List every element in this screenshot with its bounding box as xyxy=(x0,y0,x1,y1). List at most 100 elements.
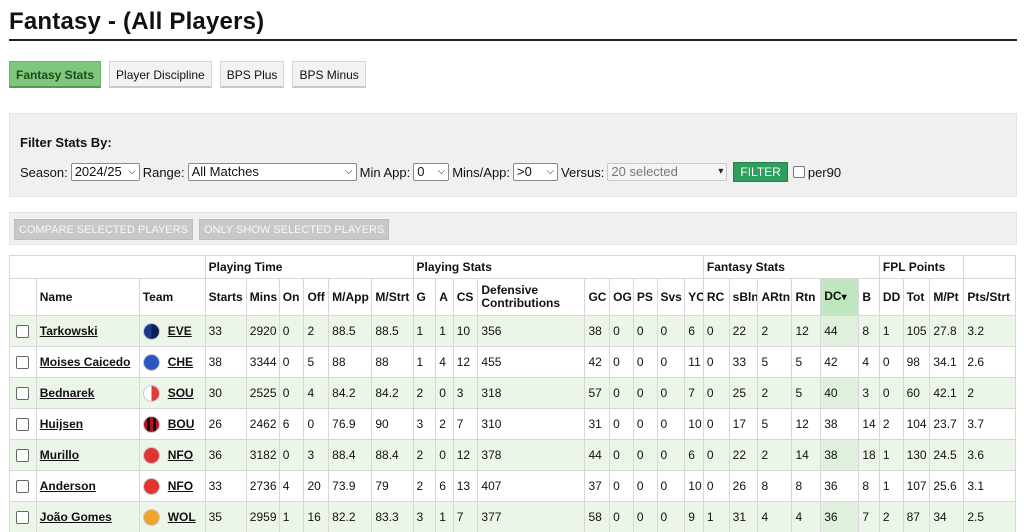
col-header-select xyxy=(9,278,37,316)
team-link[interactable]: BOU xyxy=(168,417,195,431)
col-header-m-pt[interactable]: M/Pt xyxy=(929,278,965,316)
team-link[interactable]: WOL xyxy=(168,510,196,524)
stat-cell-rc: 0 xyxy=(702,346,730,378)
stat-cell-starts: 36 xyxy=(204,439,247,471)
filter-button[interactable]: FILTER xyxy=(733,162,788,182)
col-header-m-strt[interactable]: M/Strt xyxy=(371,278,414,316)
row-select-checkbox[interactable] xyxy=(16,387,30,401)
stat-cell-rtn: 5 xyxy=(791,377,822,409)
tab-fantasy-stats[interactable]: Fantasy Stats xyxy=(9,61,102,88)
table-row[interactable]: Bednarek SOU 30 2525 0 4 84.2 84.2 2 0 3 318 57 0 0 0 7 0… xyxy=(9,377,1016,409)
row-select-checkbox[interactable] xyxy=(16,480,30,494)
col-header-label: CS xyxy=(456,289,474,304)
col-header-og[interactable]: OG xyxy=(609,278,634,316)
row-select-checkbox[interactable] xyxy=(16,325,30,339)
col-header-b[interactable]: B xyxy=(858,278,880,316)
table-row[interactable]: João Gomes WOL 35 2959 1 16 82.2 83.3 3 1 7 377 58 0 0… xyxy=(9,501,1016,532)
stat-cell-off: 20 xyxy=(303,470,330,502)
player-name-link[interactable]: Huijsen xyxy=(40,417,83,431)
row-select-checkbox[interactable] xyxy=(16,449,30,463)
col-header-mins[interactable]: Mins xyxy=(245,278,280,316)
stat-cell-off: 5 xyxy=(303,346,330,378)
col-header-sbln[interactable]: sBln xyxy=(728,278,759,316)
stat-cell-gc: 38 xyxy=(584,315,611,347)
col-header-dd[interactable]: DD xyxy=(878,278,904,316)
stat-cell-gc: 31 xyxy=(584,408,611,440)
table-row[interactable]: Moises Caicedo CHE 38 3344 0 5 88 88 1 4 12 455 42 0 0… xyxy=(9,346,1016,378)
mins-app-select[interactable]: >0 ⌵ xyxy=(513,163,559,181)
row-select-checkbox[interactable] xyxy=(16,418,30,432)
col-header-label: DC xyxy=(824,289,842,303)
table-row[interactable]: Huijsen BOU 26 2462 6 0 76.9 90 3 2 7 310 31 0 0 0 10 0 17… xyxy=(9,408,1016,440)
team-link[interactable]: CHE xyxy=(168,355,193,369)
min-app-select[interactable]: 0 ⌵ xyxy=(413,163,450,181)
per90-checkbox[interactable] xyxy=(792,166,805,178)
row-select-checkbox[interactable] xyxy=(16,511,30,525)
stat-cell-a: 4 xyxy=(435,346,454,378)
stat-cell-rtn: 4 xyxy=(791,501,822,532)
col-header-label: G xyxy=(416,289,426,304)
col-header-rc[interactable]: RC xyxy=(702,278,730,316)
col-header-dc[interactable]: DC▾ xyxy=(820,278,860,316)
stat-cell-svs: 0 xyxy=(656,501,686,532)
col-header-svs[interactable]: Svs xyxy=(656,278,686,316)
col-header-team[interactable]: Team xyxy=(138,278,206,316)
range-label: Range: xyxy=(142,164,185,180)
player-name-link[interactable]: João Gomes xyxy=(40,510,112,524)
player-name-link[interactable]: Murillo xyxy=(40,448,79,462)
range-select[interactable]: All Matches ⌵ xyxy=(187,163,357,181)
season-select[interactable]: 2024/25 ⌵ xyxy=(70,163,140,181)
table-row[interactable]: Tarkowski EVE 33 2920 0 2 88.5 88.5 1 1 10 356 38 0 0 0… xyxy=(9,315,1016,347)
stat-cell-b: 18 xyxy=(858,439,880,471)
stat-cell-artn: 4 xyxy=(757,501,793,532)
stat-cell-yc: 11 xyxy=(684,346,704,378)
col-header-pts-strt[interactable]: Pts/Strt xyxy=(963,278,1016,316)
col-header-g[interactable]: G xyxy=(412,278,437,316)
stat-cell-og: 0 xyxy=(609,501,634,532)
stat-cell-rtn: 12 xyxy=(791,315,822,347)
stat-cell-svs: 0 xyxy=(656,315,686,347)
row-select-cell xyxy=(9,315,37,347)
team-link[interactable]: EVE xyxy=(168,324,192,338)
player-name-link[interactable]: Anderson xyxy=(40,479,96,493)
only-show-selected-button[interactable]: ONLY SHOW SELECTED PLAYERS xyxy=(199,219,390,240)
versus-select[interactable]: 20 selected ▾ xyxy=(607,163,728,181)
col-header-label: Rtn xyxy=(795,289,816,304)
range-value: All Matches xyxy=(191,164,259,179)
team-crest-icon xyxy=(142,508,160,526)
col-header-tot[interactable]: Tot xyxy=(902,278,931,316)
table-row[interactable]: Anderson NFO 33 2736 4 20 73.9 79 2 6 13 407 37 0 0 0 10… xyxy=(9,470,1016,502)
stat-cell-artn: 2 xyxy=(757,377,793,409)
stat-cell-m-strt: 88 xyxy=(371,346,414,378)
team-link[interactable]: SOU xyxy=(168,386,194,400)
row-select-checkbox[interactable] xyxy=(16,356,30,370)
team-link[interactable]: NFO xyxy=(168,479,193,493)
col-header-starts[interactable]: Starts xyxy=(204,278,247,316)
col-header-a[interactable]: A xyxy=(435,278,454,316)
stat-cell-cs: 12 xyxy=(452,439,479,471)
col-header-rtn[interactable]: Rtn xyxy=(791,278,822,316)
col-header-on[interactable]: On xyxy=(278,278,305,316)
tab-bps-plus[interactable]: BPS Plus xyxy=(219,61,285,88)
filter-row: Season: 2024/25 ⌵ Range: All Matches ⌵ Min… xyxy=(20,162,841,182)
team-link[interactable]: NFO xyxy=(168,448,193,462)
player-name-link[interactable]: Bednarek xyxy=(40,386,95,400)
tab-bps-minus[interactable]: BPS Minus xyxy=(292,61,366,88)
player-name-link[interactable]: Moises Caicedo xyxy=(40,355,131,369)
player-name-link[interactable]: Tarkowski xyxy=(40,324,98,338)
compare-selected-button[interactable]: COMPARE SELECTED PLAYERS xyxy=(14,219,193,240)
col-header-off[interactable]: Off xyxy=(303,278,330,316)
col-header-defensive-contributions[interactable]: Defensive Contributions xyxy=(477,278,586,316)
col-header-yc[interactable]: YC xyxy=(684,278,704,316)
col-header-artn[interactable]: ARtn xyxy=(757,278,793,316)
col-header-name[interactable]: Name xyxy=(35,278,140,316)
stat-cell-rc: 0 xyxy=(702,315,730,347)
stat-cell-g: 2 xyxy=(412,377,437,409)
col-header-cs[interactable]: CS xyxy=(452,278,479,316)
col-header-gc[interactable]: GC xyxy=(584,278,611,316)
col-header-ps[interactable]: PS xyxy=(632,278,658,316)
tab-player-discipline[interactable]: Player Discipline xyxy=(109,61,212,88)
col-header-m-app[interactable]: M/App xyxy=(328,278,373,316)
stat-cell-pts-strt: 2.5 xyxy=(963,501,1016,532)
table-row[interactable]: Murillo NFO 36 3182 0 3 88.4 88.4 2 0 12 378 44 0 0 0 6 0… xyxy=(9,439,1016,471)
